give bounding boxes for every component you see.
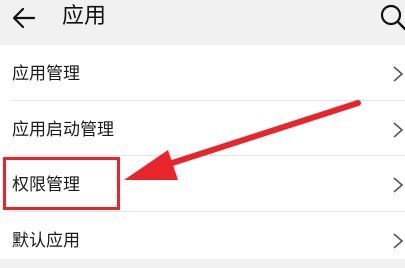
chevron-right-icon: [393, 122, 404, 138]
list-item-app-management[interactable]: 应用管理: [0, 45, 405, 101]
settings-list: 应用管理 应用启动管理 权限管理 默认应用: [0, 45, 405, 259]
list-item-label: 应用启动管理: [12, 120, 114, 140]
chevron-right-icon: [393, 177, 404, 193]
chevron-right-icon: [393, 233, 404, 249]
list-item-default-apps[interactable]: 默认应用: [0, 212, 405, 268]
highlight-box: [3, 157, 120, 210]
app-header: 应用: [0, 0, 405, 40]
list-item-app-launch-management[interactable]: 应用启动管理: [0, 101, 405, 157]
list-item-label: 默认应用: [12, 231, 80, 251]
search-icon[interactable]: [379, 3, 405, 33]
chevron-right-icon: [393, 66, 404, 82]
page-title: 应用: [62, 4, 107, 29]
back-arrow-icon[interactable]: [10, 4, 38, 32]
list-item-label: 应用管理: [12, 64, 80, 84]
